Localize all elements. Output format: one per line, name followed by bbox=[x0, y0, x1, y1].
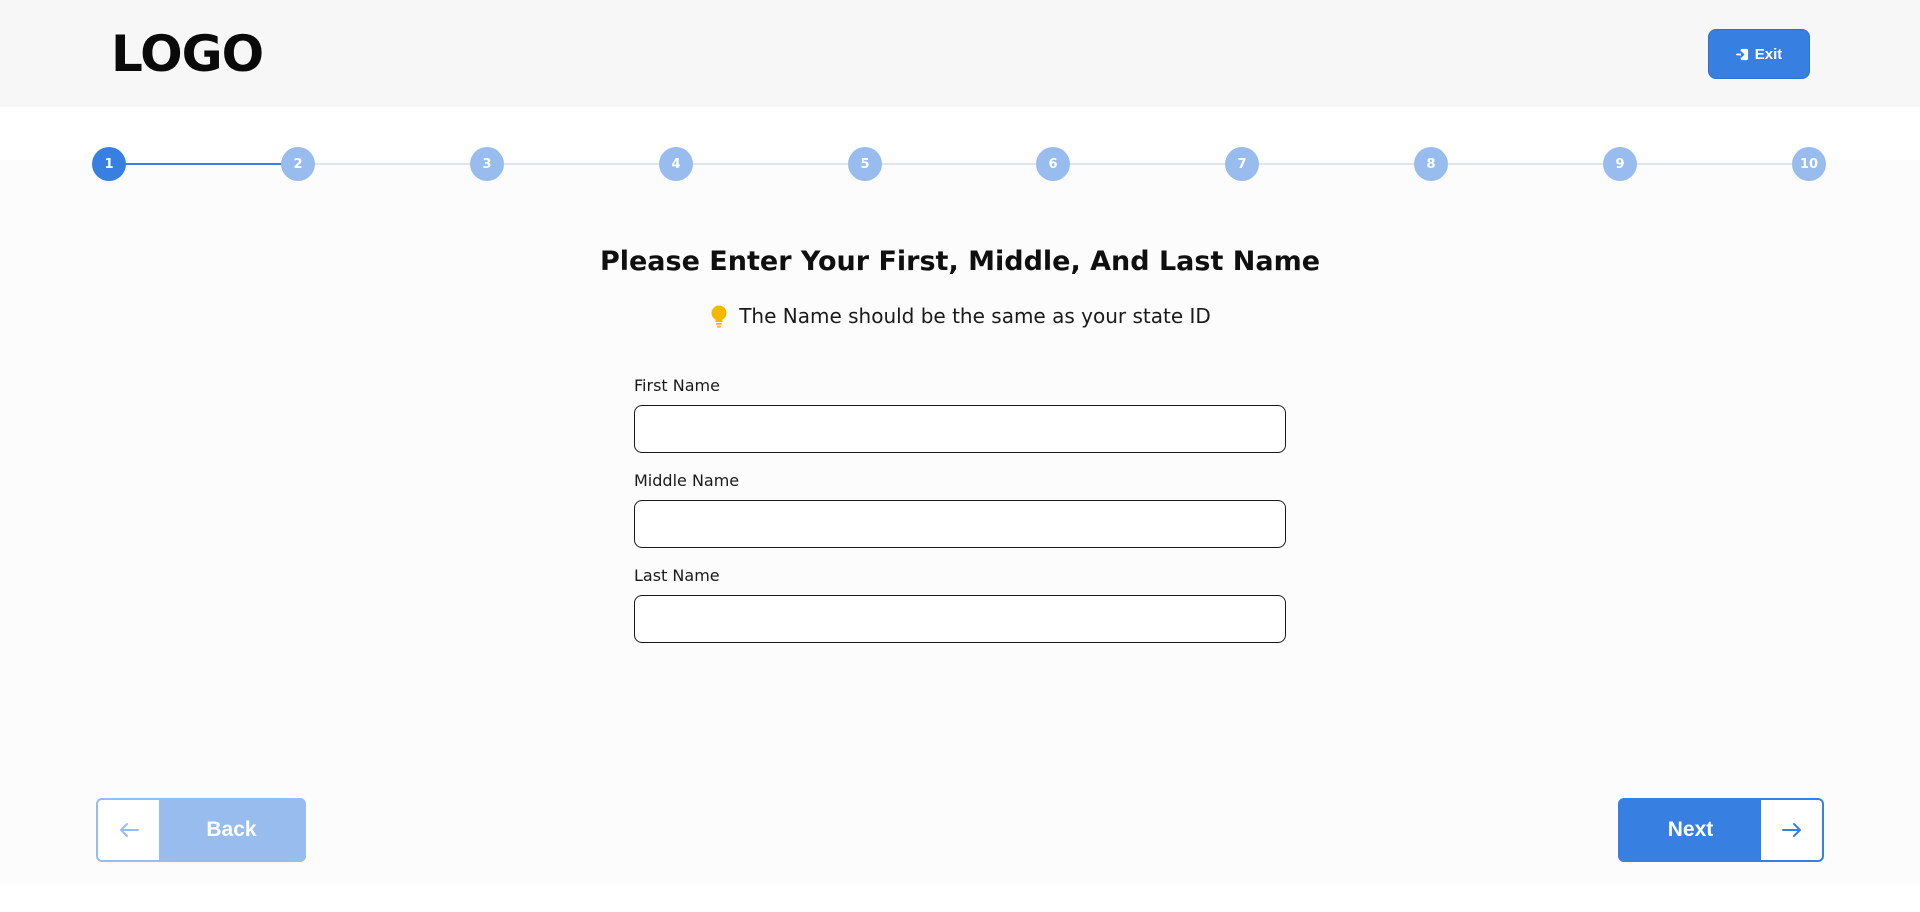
arrow-left-icon bbox=[119, 823, 139, 837]
step-7[interactable]: 7 bbox=[1225, 147, 1259, 181]
progress-stepper: 1 2 3 4 5 6 7 8 9 10 bbox=[92, 145, 1828, 183]
step-3[interactable]: 3 bbox=[470, 147, 504, 181]
lightbulb-icon bbox=[711, 305, 727, 328]
step-10[interactable]: 10 bbox=[1792, 147, 1826, 181]
first-name-input[interactable] bbox=[634, 405, 1286, 453]
hint: The Name should be the same as your stat… bbox=[0, 304, 1920, 328]
stepper-track bbox=[110, 163, 1810, 165]
step-5[interactable]: 5 bbox=[848, 147, 882, 181]
exit-label: Exit bbox=[1754, 45, 1783, 63]
step-4[interactable]: 4 bbox=[659, 147, 693, 181]
last-name-input[interactable] bbox=[634, 595, 1286, 643]
exit-icon bbox=[1735, 48, 1748, 60]
top-bar: LOGO Exit bbox=[0, 0, 1920, 107]
hint-text: The Name should be the same as your stat… bbox=[739, 304, 1211, 328]
back-label: Back bbox=[206, 818, 257, 841]
step-9[interactable]: 9 bbox=[1603, 147, 1637, 181]
page-title: Please Enter Your First, Middle, And Las… bbox=[599, 246, 1321, 277]
next-button[interactable]: Next bbox=[1618, 798, 1824, 862]
last-name-label: Last Name bbox=[634, 566, 720, 585]
step-1[interactable]: 1 bbox=[92, 147, 126, 181]
arrow-right-icon bbox=[1781, 823, 1801, 837]
step-2[interactable]: 2 bbox=[281, 147, 315, 181]
next-label: Next bbox=[1667, 818, 1714, 841]
exit-button[interactable]: Exit bbox=[1708, 29, 1810, 79]
first-name-label: First Name bbox=[634, 376, 720, 395]
logo: LOGO bbox=[111, 25, 264, 83]
stepper-progress bbox=[110, 163, 299, 165]
back-button[interactable]: Back bbox=[96, 798, 306, 862]
next-arrow-box bbox=[1761, 800, 1822, 860]
back-arrow-box bbox=[98, 800, 159, 860]
middle-name-label: Middle Name bbox=[634, 471, 740, 490]
step-8[interactable]: 8 bbox=[1414, 147, 1448, 181]
step-6[interactable]: 6 bbox=[1036, 147, 1070, 181]
middle-name-input[interactable] bbox=[634, 500, 1286, 548]
